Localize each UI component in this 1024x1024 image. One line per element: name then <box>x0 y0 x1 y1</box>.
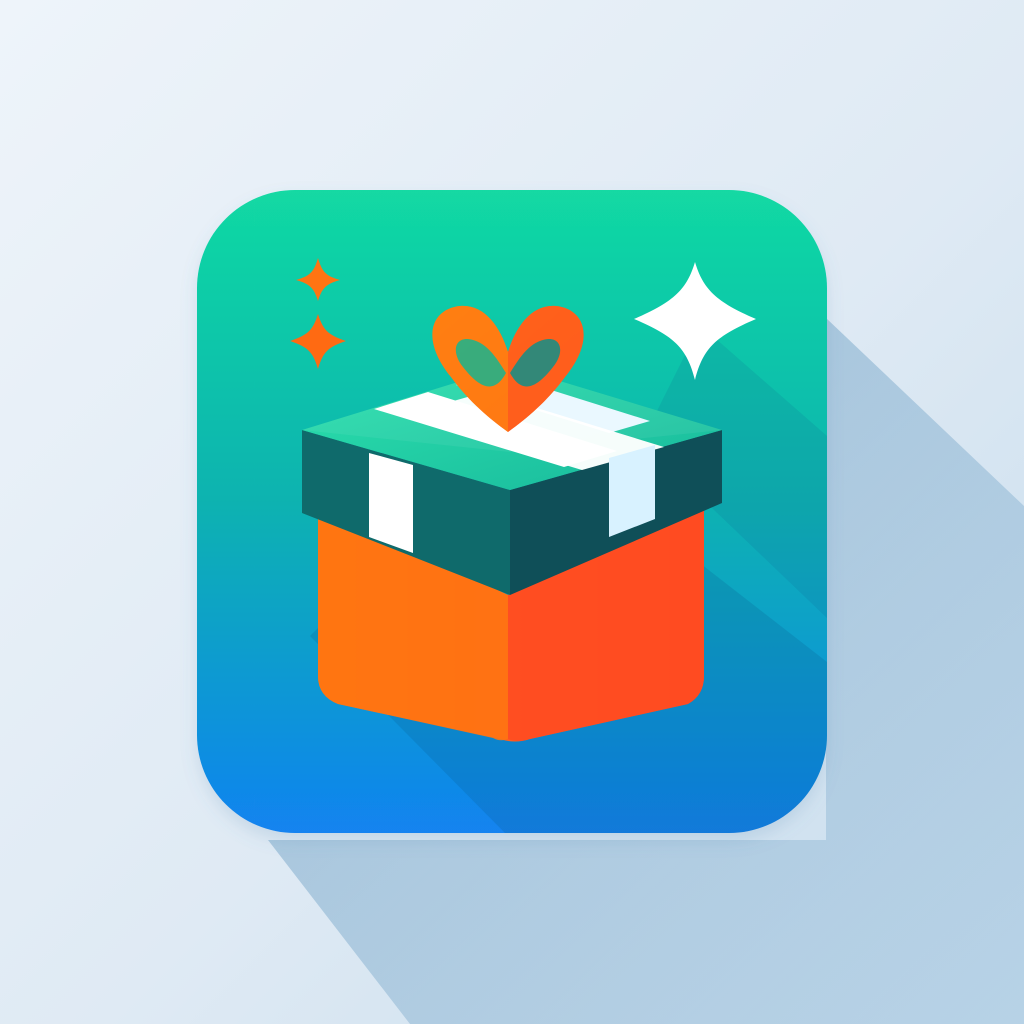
app-icon[interactable] <box>0 0 1024 1024</box>
gift-box-app-icon <box>197 190 1024 1024</box>
